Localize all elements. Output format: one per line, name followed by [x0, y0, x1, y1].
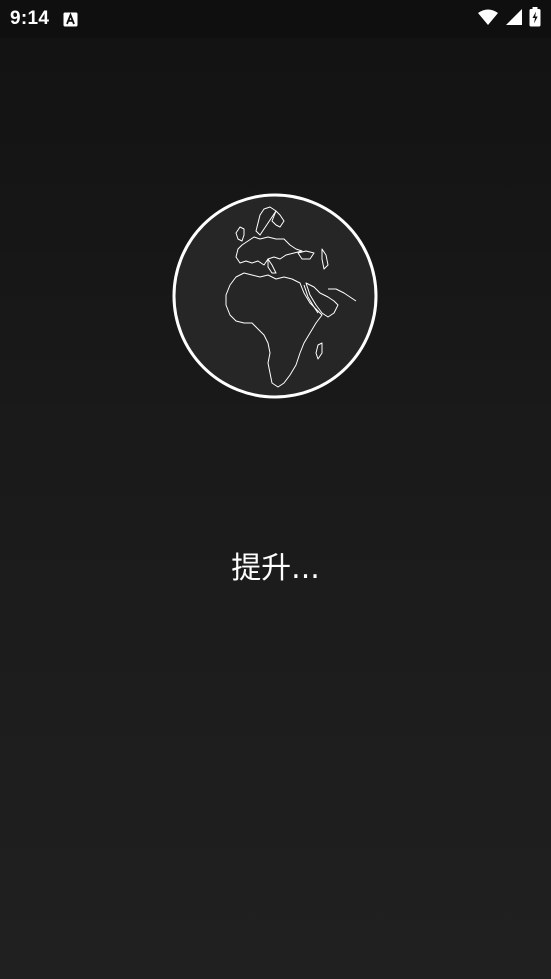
text-a-notification-icon — [63, 12, 78, 27]
status-time: 9:14 — [10, 8, 50, 29]
cellular-signal-icon — [505, 8, 523, 30]
status-left: 9:14 — [10, 8, 78, 30]
status-bar: 9:14 — [0, 0, 551, 38]
wifi-icon — [477, 8, 499, 30]
status-right — [477, 7, 541, 31]
globe-icon — [172, 193, 378, 399]
loading-text: 提升... — [231, 551, 320, 586]
battery-charging-icon — [529, 7, 541, 31]
